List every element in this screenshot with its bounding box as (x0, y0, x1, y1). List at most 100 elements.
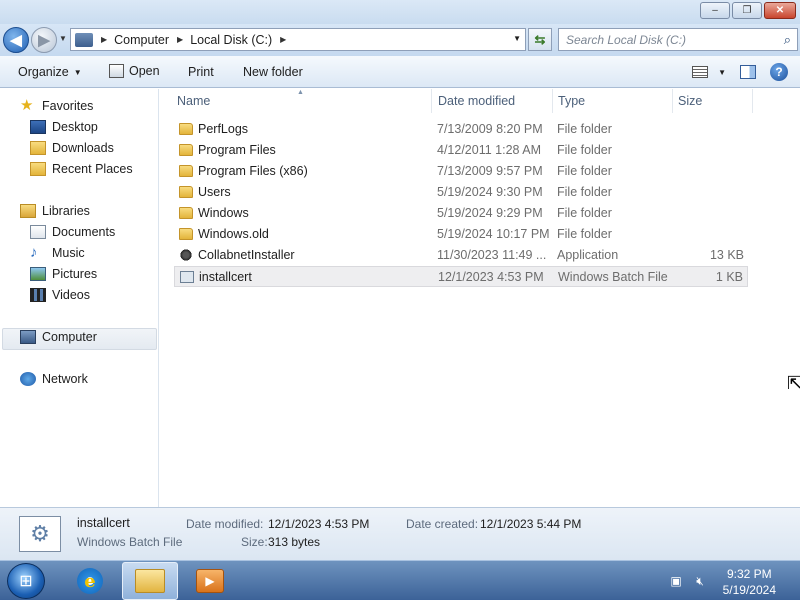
breadcrumb-chevron-icon[interactable]: ▶ (101, 35, 107, 44)
media-player-icon: ▶ (196, 569, 224, 593)
start-button[interactable]: ⊞ (7, 563, 45, 599)
batch-file-icon (180, 271, 194, 283)
taskbar-internet-explorer[interactable]: e (62, 562, 118, 600)
file-name: CollabnetInstaller (198, 248, 295, 262)
forward-arrow-icon: ▶ (38, 32, 50, 49)
open-button[interactable]: Open (109, 64, 160, 78)
music-icon: ♪ (30, 244, 38, 261)
nav-computer[interactable]: Computer (20, 330, 97, 344)
breadcrumb-chevron-icon[interactable]: ▶ (280, 35, 286, 44)
file-list: Name ▲ Date modified Type Size PerfLogs … (160, 89, 800, 507)
folder-icon (179, 186, 193, 198)
nav-label: Pictures (52, 267, 98, 281)
file-row[interactable]: Windows.old 5/19/2024 10:17 PM File fold… (174, 224, 748, 245)
breadcrumb-chevron-icon[interactable]: ▶ (177, 35, 183, 44)
nav-label: Videos (52, 288, 90, 302)
search-placeholder: Search Local Disk (C:) (566, 32, 687, 47)
help-icon[interactable]: ? (770, 63, 788, 81)
network-icon (20, 372, 36, 386)
nav-music[interactable]: ♪ Music (30, 244, 85, 261)
open-label: Open (129, 64, 160, 78)
details-date-modified-label: Date modified: (186, 517, 264, 531)
details-size-label: Size: (241, 535, 268, 549)
details-date-created: 12/1/2023 5:44 PM (480, 517, 582, 531)
internet-explorer-icon: e (77, 568, 103, 594)
pictures-icon (30, 267, 46, 281)
caption-buttons: – ❐ ✕ (700, 2, 796, 19)
navigation-bar: ◀ ▶ ▼ ▶ Computer ▶ Local Disk (C:) ▶ ▼ ⇆… (0, 24, 800, 56)
clock-date: 5/19/2024 (722, 583, 776, 597)
nav-pictures[interactable]: Pictures (30, 267, 97, 281)
file-row-selected[interactable]: installcert 12/1/2023 4:53 PM Windows Ba… (174, 266, 748, 287)
refresh-button[interactable]: ⇆ (528, 28, 552, 51)
desktop-icon (30, 120, 46, 134)
search-icon[interactable]: ⌕ (784, 32, 791, 48)
file-row[interactable]: PerfLogs 7/13/2009 8:20 PM File folder (174, 119, 748, 140)
close-button[interactable]: ✕ (764, 2, 796, 19)
clock[interactable]: 9:32 PM 5/19/2024 (723, 566, 776, 598)
nav-documents[interactable]: Documents (30, 225, 115, 239)
preview-pane-icon[interactable] (740, 65, 756, 79)
mouse-cursor-icon: ⇱ (787, 373, 800, 393)
file-row[interactable]: Program Files (x86) 7/13/2009 9:57 PM Fi… (174, 161, 748, 182)
details-date-created-label: Date created: (406, 517, 479, 531)
file-row[interactable]: Program Files 4/12/2011 1:28 AM File fol… (174, 140, 748, 161)
file-type: File folder (557, 164, 612, 178)
file-row[interactable]: Users 5/19/2024 9:30 PM File folder (174, 182, 748, 203)
address-bar[interactable]: ▶ Computer ▶ Local Disk (C:) ▶ ▼ (70, 28, 526, 51)
back-button[interactable]: ◀ (3, 27, 29, 53)
folder-icon (179, 207, 193, 219)
file-row[interactable]: CollabnetInstaller 11/30/2023 11:49 ... … (174, 245, 748, 266)
clock-time: 9:32 PM (726, 567, 772, 581)
nav-videos[interactable]: Videos (30, 288, 90, 302)
forward-button[interactable]: ▶ (31, 27, 57, 53)
folder-icon (179, 165, 193, 177)
change-view-button[interactable]: ▼ (692, 66, 726, 78)
minimize-button[interactable]: – (700, 2, 730, 19)
file-size: 13 KB (709, 248, 744, 262)
print-button[interactable]: Print (188, 65, 214, 79)
nav-desktop[interactable]: Desktop (30, 120, 98, 134)
taskbar-windows-explorer[interactable] (122, 562, 178, 600)
network-status-icon[interactable]: ▣ (668, 573, 684, 589)
column-header-size[interactable]: Size (673, 89, 753, 113)
file-name: Program Files (x86) (198, 164, 308, 178)
new-folder-button[interactable]: New folder (243, 65, 303, 79)
details-pane: ⚙ installcert Windows Batch File Date mo… (0, 507, 800, 560)
maximize-button[interactable]: ❐ (732, 2, 762, 19)
volume-muted-icon[interactable]: 🔇︎ (692, 573, 708, 589)
nav-favorites[interactable]: ★ Favorites (20, 98, 94, 113)
nav-label: Favorites (42, 99, 94, 113)
organize-label: Organize (18, 65, 69, 79)
folder-icon (179, 123, 193, 135)
column-header-name[interactable]: Name ▲ (172, 89, 432, 113)
documents-icon (30, 225, 46, 239)
address-dropdown-icon[interactable]: ▼ (513, 34, 521, 43)
file-type: File folder (557, 185, 612, 199)
taskbar-media-player[interactable]: ▶ (182, 562, 238, 600)
search-input[interactable]: Search Local Disk (C:) ⌕ (558, 28, 798, 51)
nav-libraries[interactable]: Libraries (20, 204, 90, 218)
nav-network[interactable]: Network (20, 372, 88, 386)
file-date: 11/30/2023 11:49 ... (437, 248, 547, 262)
nav-downloads[interactable]: Downloads (30, 141, 114, 155)
system-tray: ▣ 🔇︎ 9:32 PM 5/19/2024 (650, 561, 800, 601)
libraries-icon (20, 204, 36, 218)
file-date: 12/1/2023 4:53 PM (438, 270, 544, 284)
nav-recent-places[interactable]: Recent Places (30, 162, 133, 176)
nav-label: Documents (52, 225, 116, 239)
breadcrumb-computer[interactable]: Computer (114, 33, 169, 47)
file-row[interactable]: Windows 5/19/2024 9:29 PM File folder (174, 203, 748, 224)
chevron-down-icon: ▼ (718, 67, 726, 77)
nav-label: Music (52, 246, 85, 260)
organize-button[interactable]: Organize ▼ (18, 65, 82, 79)
column-header-type[interactable]: Type (553, 89, 673, 113)
file-name: installcert (199, 270, 252, 284)
recent-pages-dropdown[interactable]: ▼ (59, 34, 67, 43)
column-header-date-modified[interactable]: Date modified (433, 89, 553, 113)
computer-icon (75, 32, 93, 47)
sort-ascending-icon: ▲ (297, 89, 304, 96)
file-type: File folder (557, 143, 612, 157)
breadcrumb-local-disk[interactable]: Local Disk (C:) (190, 33, 272, 47)
details-file-type: Windows Batch File (77, 535, 183, 549)
